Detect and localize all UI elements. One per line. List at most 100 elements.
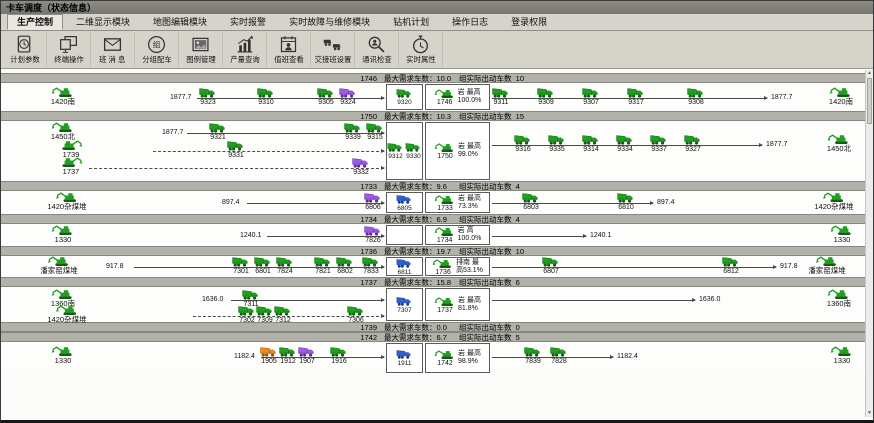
truck[interactable]: 9309: [536, 87, 556, 106]
toolbar-button[interactable]: 图例管理: [179, 32, 223, 67]
truck[interactable]: 9307: [581, 87, 601, 106]
truck[interactable]: 7833: [361, 256, 381, 275]
shovel-unit[interactable]: 1733: [434, 194, 456, 212]
truck[interactable]: 7312: [273, 305, 293, 324]
toolbar-button[interactable]: 终端操作: [47, 32, 91, 67]
shovel-unit[interactable]: 1746: [434, 88, 456, 106]
tab-8[interactable]: 登录权限: [501, 14, 557, 30]
truck[interactable]: 9320: [396, 88, 413, 106]
toolbar-button[interactable]: 产量查询: [223, 32, 267, 67]
shovel-unit[interactable]: 1750: [434, 142, 456, 160]
truck[interactable]: 7307: [396, 296, 413, 314]
tab-7[interactable]: 操作日志: [442, 14, 498, 30]
tab-5[interactable]: 实时故障与维修模块: [279, 14, 380, 30]
truck[interactable]: 6806: [363, 192, 383, 211]
truck[interactable]: 6807: [541, 256, 561, 275]
truck[interactable]: 9330: [405, 142, 422, 160]
truck[interactable]: 9331: [226, 140, 246, 159]
truck[interactable]: 6803: [521, 192, 541, 211]
site[interactable]: 1360南: [826, 288, 852, 308]
truck[interactable]: 7839: [523, 346, 543, 365]
truck[interactable]: 6812: [721, 256, 741, 275]
site[interactable]: 1450北: [826, 133, 852, 153]
scroll-down-icon[interactable]: ▼: [866, 410, 873, 417]
scrollbar-thumb[interactable]: [867, 78, 872, 124]
site[interactable]: 潘家窑煤堆: [808, 255, 846, 275]
site[interactable]: 1420南: [50, 86, 76, 106]
truck[interactable]: 6810: [616, 192, 636, 211]
truck[interactable]: 9314: [581, 134, 601, 153]
truck[interactable]: 9310: [256, 87, 276, 106]
truck[interactable]: 7824: [275, 256, 295, 275]
truck[interactable]: 9337: [649, 134, 669, 153]
toolbar-button[interactable]: 实时属性: [399, 32, 443, 67]
truck[interactable]: 9339: [343, 122, 363, 141]
group-header: 1736最大需求车数：19.7组实际出动车数 10: [1, 246, 865, 256]
site[interactable]: 潘家窑煤堆: [40, 255, 78, 275]
shovel-unit[interactable]: 1742: [434, 349, 456, 367]
scroll-up-icon[interactable]: ▲: [866, 70, 873, 77]
site[interactable]: 1420杂煤堆: [47, 304, 86, 324]
truck[interactable]: 6811: [396, 258, 413, 276]
truck[interactable]: 9308: [686, 87, 706, 106]
vertical-scrollbar[interactable]: ▲ ▼: [865, 70, 873, 417]
truck[interactable]: 1916: [329, 346, 349, 365]
site[interactable]: 1330: [50, 224, 76, 244]
truck[interactable]: 7306: [346, 305, 366, 324]
truck[interactable]: 7302: [237, 305, 257, 324]
truck[interactable]: 7828: [549, 346, 569, 365]
tab-2[interactable]: 二维显示模块: [66, 14, 140, 30]
site[interactable]: 1450北: [50, 121, 76, 141]
truck[interactable]: 9317: [626, 87, 646, 106]
truck[interactable]: 7821: [313, 256, 333, 275]
arrow-right-icon: [381, 265, 385, 269]
truck[interactable]: 9312: [387, 142, 404, 160]
tab-6[interactable]: 钻机计划: [383, 14, 439, 30]
shovel-unit[interactable]: 1734: [434, 226, 456, 244]
site[interactable]: 1420杂煤堆: [814, 191, 853, 211]
truck[interactable]: 7301: [231, 256, 251, 275]
truck[interactable]: 7309: [255, 305, 275, 324]
truck[interactable]: 7826: [363, 225, 383, 244]
shovel-unit[interactable]: 1737: [434, 296, 456, 314]
truck[interactable]: 1907: [297, 346, 317, 365]
site[interactable]: 1330: [829, 345, 855, 365]
truck[interactable]: 9305: [316, 87, 336, 106]
truck-icon: [226, 140, 246, 151]
truck[interactable]: 9321: [208, 122, 228, 141]
truck[interactable]: 9324: [338, 87, 358, 106]
truck[interactable]: 6802: [335, 256, 355, 275]
site[interactable]: 1330: [829, 224, 855, 244]
toolbar-button[interactable]: 班 消 息: [91, 32, 135, 67]
truck-icon: [513, 134, 533, 145]
toolbar-button[interactable]: 交接班设置: [311, 32, 355, 67]
site[interactable]: 1737: [58, 156, 84, 176]
truck[interactable]: 9323: [198, 87, 218, 106]
truck[interactable]: 6801: [253, 256, 273, 275]
truck[interactable]: 9335: [547, 134, 567, 153]
truck[interactable]: 1912: [278, 346, 298, 365]
truck[interactable]: 1911: [396, 349, 413, 367]
truck-id-label: 9321: [210, 134, 226, 141]
tab-4[interactable]: 实时报警: [220, 14, 276, 30]
truck[interactable]: 6805: [396, 194, 413, 212]
truck[interactable]: 9332: [351, 157, 371, 176]
tab-1[interactable]: 生产控制: [7, 14, 63, 30]
shovel-unit[interactable]: 1736: [432, 258, 454, 276]
truck-id-label: 9330: [406, 153, 420, 160]
truck[interactable]: 9327: [683, 134, 703, 153]
tab-3[interactable]: 地图编辑模块: [143, 14, 217, 30]
truck[interactable]: 9311: [491, 87, 511, 106]
truck[interactable]: 9315: [365, 122, 385, 141]
truck[interactable]: 9316: [513, 134, 533, 153]
toolbar-button[interactable]: 通讯检查: [355, 32, 399, 67]
toolbar-button[interactable]: 值班查看: [267, 32, 311, 67]
truck[interactable]: 9334: [615, 134, 635, 153]
site[interactable]: 1420杂煤堆: [47, 191, 86, 211]
truck-id-label: 6811: [398, 269, 412, 276]
toolbar-button[interactable]: 计划参数: [3, 32, 47, 67]
site[interactable]: 1330: [50, 345, 76, 365]
truck[interactable]: 1905: [259, 346, 279, 365]
site[interactable]: 1420南: [828, 86, 854, 106]
toolbar-button[interactable]: 组分组配车: [135, 32, 179, 67]
